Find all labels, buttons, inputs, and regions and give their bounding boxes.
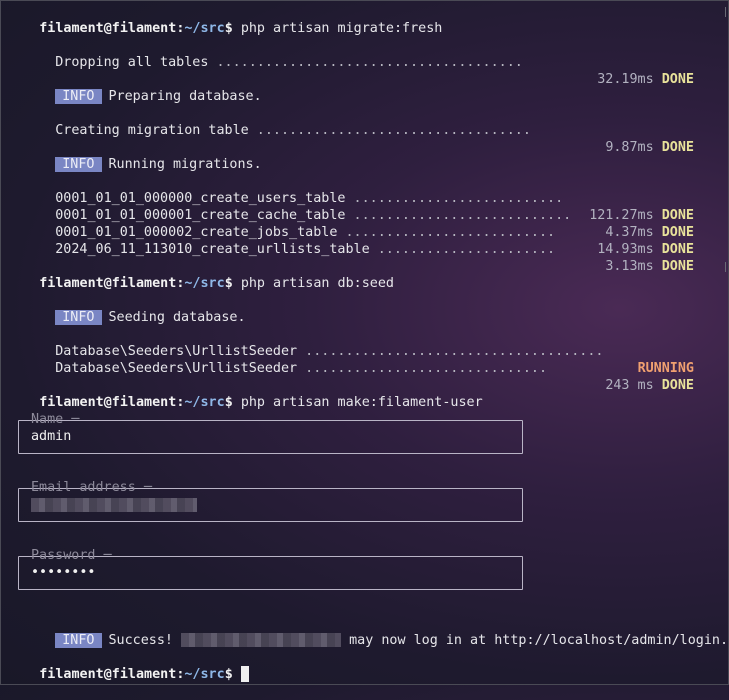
prompt-path: ~/src <box>184 667 225 682</box>
task-label: Creating migration table <box>55 123 249 138</box>
prompt-sign: $ <box>224 395 233 410</box>
name-field[interactable]: Name ─ admin <box>18 412 523 454</box>
prompt-sign: $ <box>224 276 233 291</box>
migration-name: 2024_06_11_113010_create_urllists_table <box>55 242 370 257</box>
status-badge: DONE <box>661 242 694 257</box>
command-text: php artisan db:seed <box>240 276 394 291</box>
task-row: Dropping all tables ....................… <box>23 37 713 87</box>
dot-leader: .............................. <box>305 361 548 376</box>
info-text: Seeding database. <box>108 310 246 325</box>
line-marker <box>725 7 726 17</box>
status-badge: DONE <box>661 140 694 155</box>
info-badge: INFO <box>55 310 102 325</box>
line-marker <box>725 262 726 272</box>
success-suffix: may now log in at http://localhost/admin… <box>349 633 729 648</box>
dot-leader: ...................... <box>377 242 556 257</box>
prompt-user: filament@filament <box>39 667 177 682</box>
text-cursor <box>240 666 249 682</box>
success-prefix: Success! <box>108 633 174 648</box>
info-text: Preparing database. <box>108 89 262 104</box>
prompt-line: filament@filament:~/src$ php artisan mig… <box>7 3 442 36</box>
command-text: php artisan migrate:fresh <box>240 21 443 36</box>
migration-row: 2024_06_11_113010_create_urllists_table … <box>23 224 713 274</box>
info-text: Running migrations. <box>108 157 262 172</box>
info-line: INFO Seeding database. <box>23 292 246 325</box>
dot-leader: .................................. <box>256 123 531 138</box>
info-line: INFO Preparing database. <box>23 71 262 104</box>
status-badge: DONE <box>661 378 694 393</box>
prompt-line: filament@filament:~/src$ php artisan db:… <box>7 258 394 291</box>
info-badge: INFO <box>55 633 102 648</box>
prompt-path: ~/src <box>184 395 225 410</box>
prompt-user: filament@filament <box>39 395 177 410</box>
seeder-name: Database\Seeders\UrllistSeeder <box>55 361 298 376</box>
task-row: Creating migration table ...............… <box>23 105 713 155</box>
info-badge: INFO <box>55 89 102 104</box>
migration-row: 0001_01_01_000000_create_users_table ...… <box>23 173 713 223</box>
prompt-line: filament@filament:~/src$ php artisan mak… <box>7 377 482 410</box>
success-line: INFO Success! may now log in at http://lo… <box>23 615 728 648</box>
task-time: 243 ms <box>605 378 654 393</box>
seeder-row: Database\Seeders\UrllistSeeder .........… <box>23 326 713 376</box>
info-line: INFO Running migrations. <box>23 139 262 172</box>
field-label-text: Email address <box>31 480 136 495</box>
prompt-path: ~/src <box>184 21 225 36</box>
dot-leader: ...................................... <box>216 55 523 70</box>
prompt-line[interactable]: filament@filament:~/src$ <box>7 649 249 682</box>
info-badge: INFO <box>55 157 102 172</box>
task-time: 3.13ms <box>605 259 654 274</box>
status-badge: RUNNING <box>637 361 694 376</box>
email-value-redacted <box>31 498 197 513</box>
prompt-user: filament@filament <box>39 21 177 36</box>
prompt-path: ~/src <box>184 276 225 291</box>
migration-row: 0001_01_01_000001_create_cache_table ...… <box>23 190 713 240</box>
prompt-user: filament@filament <box>39 276 177 291</box>
email-field-label: Email address ─ <box>31 480 152 495</box>
email-field[interactable]: Email address ─ <box>18 480 523 522</box>
task-time: 9.87ms <box>605 140 654 155</box>
migration-row: 0001_01_01_000002_create_jobs_table ....… <box>23 207 713 257</box>
redacted-email <box>181 633 342 647</box>
name-value: admin <box>31 429 72 444</box>
password-field[interactable]: Password ─ •••••••• <box>18 548 523 590</box>
terminal-window[interactable]: filament@filament:~/src$ php artisan mig… <box>0 0 729 685</box>
status-badge: DONE <box>661 72 694 87</box>
command-text: php artisan make:filament-user <box>240 395 483 410</box>
task-time: 32.19ms <box>597 72 654 87</box>
prompt-sign: $ <box>224 667 233 682</box>
task-label: Dropping all tables <box>55 55 209 70</box>
seeder-row: Database\Seeders\UrllistSeeder .........… <box>23 343 713 393</box>
password-value: •••••••• <box>31 565 96 580</box>
task-time: 14.93ms <box>597 242 654 257</box>
prompt-sign: $ <box>224 21 233 36</box>
status-badge: DONE <box>661 259 694 274</box>
